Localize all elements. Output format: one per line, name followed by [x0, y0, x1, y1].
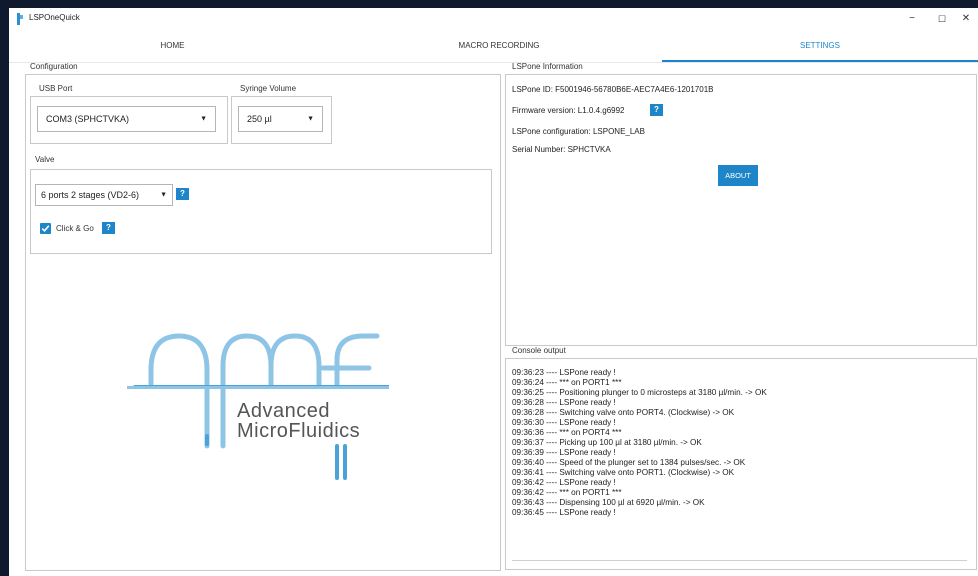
- console-line: 09:36:45 ---- LSPone ready !: [512, 508, 616, 517]
- syringe-volume-value: 250 µl: [247, 114, 272, 124]
- serial-number: Serial Number: SPHCTVKA: [512, 145, 611, 154]
- usb-port-value: COM3 (SPHCTVKA): [46, 114, 130, 124]
- valve-value: 6 ports 2 stages (VD2-6): [41, 190, 140, 200]
- console-line: 09:36:39 ---- LSPone ready !: [512, 448, 616, 457]
- firmware-version: Firmware version: L1.0.4.g6992: [512, 106, 625, 115]
- configuration-title: Configuration: [30, 62, 78, 71]
- syringe-volume-select[interactable]: 250 µl ▼: [238, 106, 323, 132]
- console-line: 09:36:37 ---- Picking up 100 µl at 3180 …: [512, 438, 702, 447]
- console-title: Console output: [512, 346, 566, 355]
- chevron-down-icon: ▼: [307, 115, 314, 123]
- logo-line1: Advanced: [237, 400, 330, 422]
- title-bar: LSPOneQuick − ☐ ✕: [9, 8, 978, 30]
- console-line: 09:36:25 ---- Positioning plunger to 0 m…: [512, 388, 767, 397]
- checkmark-icon: [41, 225, 50, 232]
- about-button[interactable]: ABOUT: [718, 165, 758, 186]
- console-line: 09:36:36 ---- *** on PORT4 ***: [512, 428, 622, 437]
- click-go-label: Click & Go: [56, 224, 94, 233]
- console-line: 09:36:28 ---- Switching valve onto PORT4…: [512, 408, 735, 417]
- console-line: 09:36:42 ---- *** on PORT1 ***: [512, 488, 622, 497]
- tab-macro-recording[interactable]: MACRO RECORDING: [336, 38, 662, 60]
- valve-frame: [30, 169, 492, 254]
- firmware-help-icon[interactable]: ?: [650, 104, 663, 116]
- console-line: 09:36:41 ---- Switching valve onto PORT1…: [512, 468, 735, 477]
- close-icon[interactable]: ✕: [951, 11, 978, 27]
- minimize-icon[interactable]: −: [897, 11, 927, 27]
- usb-port-select[interactable]: COM3 (SPHCTVKA) ▼: [37, 106, 216, 132]
- app-logo-icon: [17, 13, 23, 25]
- click-go-help-icon[interactable]: ?: [102, 222, 115, 234]
- console-line: 09:36:40 ---- Speed of the plunger set t…: [512, 458, 746, 467]
- valve-help-icon[interactable]: ?: [176, 188, 189, 200]
- tab-bar: HOME MACRO RECORDING SETTINGS: [9, 38, 978, 63]
- console-divider: [512, 560, 967, 561]
- logo-line2: MicroFluidics: [237, 420, 361, 442]
- lspone-configuration: LSPone configuration: LSPONE_LAB: [512, 127, 645, 136]
- window-title: LSPOneQuick: [29, 13, 80, 22]
- console-line: 09:36:23 ---- LSPone ready !: [512, 368, 616, 377]
- valve-select[interactable]: 6 ports 2 stages (VD2-6) ▼: [35, 184, 173, 206]
- usb-port-label: USB Port: [39, 84, 73, 93]
- chevron-down-icon: ▼: [160, 191, 167, 199]
- console-output: 09:36:23 ---- LSPone ready ! 09:36:24 --…: [512, 368, 967, 560]
- console-line: 09:36:30 ---- LSPone ready !: [512, 418, 616, 427]
- click-go-checkbox[interactable]: [40, 223, 51, 234]
- lspone-id: LSPone ID: F5001946-56780B6E-AEC7A4E6-12…: [512, 85, 714, 94]
- syringe-volume-label: Syringe Volume: [240, 84, 297, 93]
- tab-home[interactable]: HOME: [9, 38, 336, 60]
- console-line: 09:36:42 ---- LSPone ready !: [512, 478, 616, 487]
- chevron-down-icon: ▼: [200, 115, 207, 123]
- console-line: 09:36:43 ---- Dispensing 100 µl at 6920 …: [512, 498, 705, 507]
- console-line: 09:36:28 ---- LSPone ready !: [512, 398, 616, 407]
- valve-label: Valve: [35, 155, 55, 164]
- app-window: LSPOneQuick − ☐ ✕ HOME MACRO RECORDING S…: [9, 8, 978, 576]
- tab-settings[interactable]: SETTINGS: [662, 38, 978, 62]
- configuration-panel: [25, 74, 501, 571]
- info-title: LSPone Information: [512, 62, 583, 71]
- console-line: 09:36:24 ---- *** on PORT1 ***: [512, 378, 622, 387]
